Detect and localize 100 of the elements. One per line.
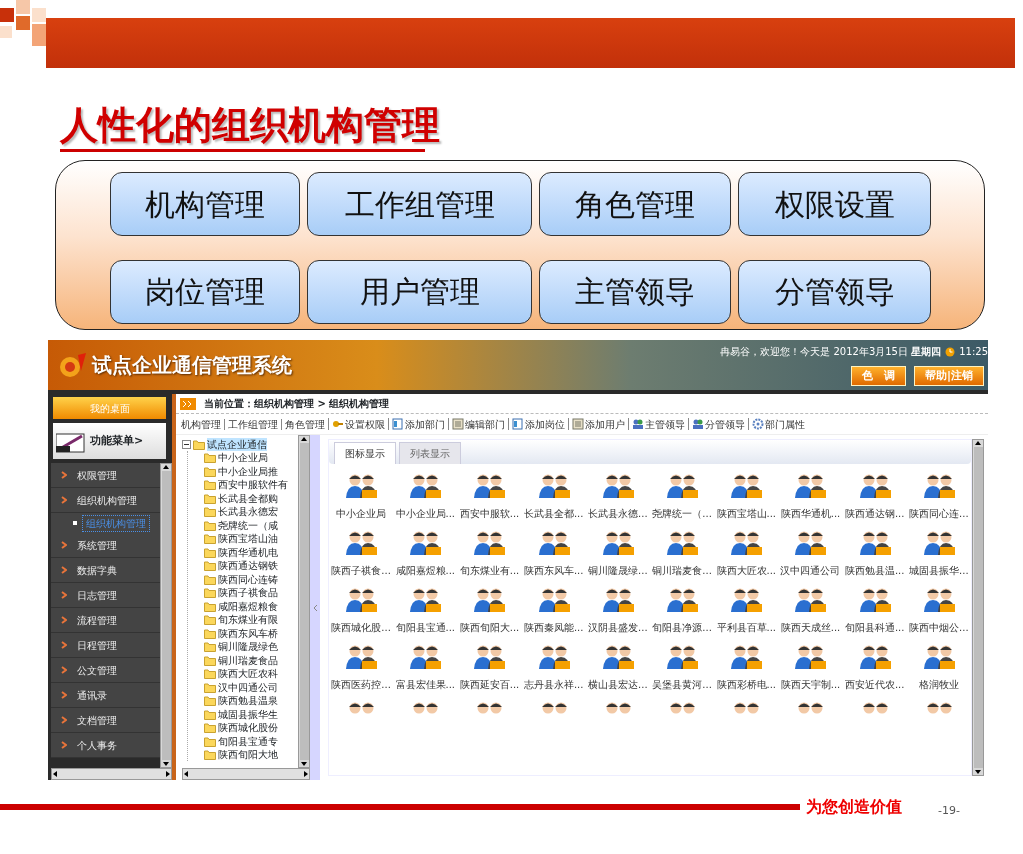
- tree-node[interactable]: 陕西华通机电: [204, 545, 298, 559]
- tree-node[interactable]: 陕西同心连铸: [204, 572, 298, 586]
- tree-node[interactable]: 旬东煤业有限: [204, 612, 298, 627]
- tree-node[interactable]: 中小企业局: [204, 450, 298, 465]
- toolbar-link[interactable]: 分管领导: [688, 418, 748, 431]
- department-item[interactable]: 陕西天成丝...: [778, 586, 843, 636]
- department-item[interactable]: 旬东煤业有...: [457, 529, 522, 579]
- toolbar-link[interactable]: 机构管理: [178, 418, 224, 430]
- department-item[interactable]: 陕西延安百...: [457, 643, 522, 693]
- feature-button[interactable]: 岗位管理: [110, 259, 300, 324]
- toolbar-link[interactable]: 添加岗位: [508, 418, 568, 431]
- tree-node[interactable]: 城固县振华生: [204, 707, 298, 721]
- department-item[interactable]: 陕西同心连...: [906, 472, 971, 522]
- menu-item[interactable]: 权限管理: [51, 463, 160, 489]
- toolbar-link[interactable]: 设置权限: [328, 418, 388, 431]
- department-item[interactable]: 陕西天宇制...: [778, 643, 843, 693]
- department-item[interactable]: 陕西中烟公...: [906, 586, 971, 636]
- toolbar-link[interactable]: 部门属性: [748, 418, 808, 431]
- tree-node[interactable]: 咸阳嘉煜粮食: [204, 599, 298, 613]
- menu-item[interactable]: 系统管理: [51, 533, 160, 559]
- department-item[interactable]: 陕西华通机...: [778, 472, 843, 522]
- menu-item[interactable]: 日程管理: [51, 633, 160, 659]
- department-item[interactable]: 旬阳县净源...: [650, 586, 715, 636]
- department-item[interactable]: 中小企业局...: [393, 472, 458, 522]
- scroll-right-icon[interactable]: [165, 770, 171, 779]
- tree-node[interactable]: 西安中服软件有: [204, 477, 298, 492]
- department-item[interactable]: 长武县永德...: [585, 472, 650, 522]
- department-item[interactable]: 咸阳嘉煜粮...: [393, 529, 458, 579]
- menu-item[interactable]: 数据字典: [51, 558, 160, 584]
- scroll-left-icon[interactable]: [52, 770, 58, 779]
- tree-node[interactable]: 陕西宝塔山油: [204, 531, 298, 546]
- feature-button[interactable]: 用户管理: [307, 259, 532, 324]
- splitter-handle[interactable]: [310, 435, 320, 781]
- department-item[interactable]: 城固县振华...: [906, 529, 971, 579]
- feature-button[interactable]: 权限设置: [738, 172, 931, 237]
- tree-node[interactable]: 陕西城化股份: [204, 720, 298, 735]
- feature-button[interactable]: 主管领导: [539, 259, 731, 324]
- collapse-icon[interactable]: [182, 439, 191, 449]
- tree-node[interactable]: 铜川隆晟绿色: [204, 639, 298, 654]
- department-item[interactable]: 汉阴县盛发...: [585, 586, 650, 636]
- view-tab[interactable]: 图标显示: [334, 442, 396, 465]
- tree-node[interactable]: 长武县全都购: [204, 491, 298, 505]
- feature-button[interactable]: 工作组管理: [307, 172, 532, 237]
- department-item[interactable]: 富县宏佳果...: [393, 643, 458, 693]
- department-item[interactable]: 中小企业局: [329, 472, 394, 522]
- menu-item[interactable]: 流程管理: [51, 608, 160, 634]
- menu-item[interactable]: 个人事务: [51, 733, 160, 759]
- tree-node[interactable]: 陕西旬阳大地: [204, 747, 298, 762]
- tree-node[interactable]: 尧牌统一（咸: [204, 518, 298, 532]
- tree-node[interactable]: 陕西大匠农科: [204, 666, 298, 681]
- department-item[interactable]: 长武县全都...: [521, 472, 586, 522]
- department-item[interactable]: 陕西子祺食...: [329, 529, 394, 579]
- department-item[interactable]: 旬阳县科通...: [842, 586, 907, 636]
- department-item[interactable]: 横山县宏达...: [585, 643, 650, 693]
- toolbar-link[interactable]: 主管领导: [628, 418, 688, 431]
- menu-item[interactable]: 通讯录: [51, 683, 160, 709]
- department-item[interactable]: 陕西医药控...: [329, 643, 394, 693]
- tree-node[interactable]: 长武县永德宏: [204, 504, 298, 519]
- department-item[interactable]: 西安中服软...: [457, 472, 522, 522]
- tree-node[interactable]: 陕西东风车桥: [204, 626, 298, 640]
- menu-item[interactable]: 组织机构管理: [51, 488, 160, 514]
- tree-node[interactable]: 铜川瑞麦食品: [204, 653, 298, 667]
- department-item[interactable]: 志丹县永祥...: [521, 643, 586, 693]
- department-item[interactable]: 铜川隆晟绿...: [585, 529, 650, 579]
- tree-node[interactable]: 陕西子祺食品: [204, 585, 298, 600]
- feature-button[interactable]: 分管领导: [738, 259, 931, 324]
- department-item[interactable]: 旬阳县宝通...: [393, 586, 458, 636]
- department-item[interactable]: 陕西通达钢...: [842, 472, 907, 522]
- tree-node[interactable]: 汉中四通公司: [204, 680, 298, 694]
- view-tab[interactable]: 列表显示: [399, 442, 461, 465]
- feature-button[interactable]: 机构管理: [110, 172, 300, 237]
- scrollbar[interactable]: [182, 768, 310, 781]
- toolbar-link[interactable]: 编辑部门: [448, 418, 508, 431]
- menu-item[interactable]: 日志管理: [51, 583, 160, 609]
- toolbar-link[interactable]: 添加部门: [388, 418, 448, 431]
- department-item[interactable]: 吴堡县黄河...: [650, 643, 715, 693]
- tree-node[interactable]: 试点企业通信: [207, 437, 267, 451]
- department-item[interactable]: 陕西城化股...: [329, 586, 394, 636]
- department-item[interactable]: 陕西大匠农...: [714, 529, 779, 579]
- tree-node[interactable]: 陕西通达钢铁: [204, 558, 298, 573]
- toolbar-link[interactable]: 角色管理: [281, 418, 328, 430]
- department-item[interactable]: 尧牌统一（...: [650, 472, 715, 522]
- menu-header[interactable]: 功能菜单>: [53, 423, 166, 460]
- department-item[interactable]: 陕西旬阳大...: [457, 586, 522, 636]
- scrollbar[interactable]: [298, 435, 310, 769]
- tree-node[interactable]: 旬阳县宝通专: [204, 734, 298, 748]
- scrollbar[interactable]: [160, 463, 172, 769]
- department-item[interactable]: 汉中四通公司: [778, 529, 843, 579]
- department-item[interactable]: 平利县百草...: [714, 586, 779, 636]
- tree-node[interactable]: 陕西勉县温泉: [204, 693, 298, 708]
- tree-node[interactable]: 中小企业局推: [204, 464, 298, 478]
- scrollbar[interactable]: [51, 768, 172, 781]
- department-item[interactable]: 陕西勉县温...: [842, 529, 907, 579]
- toolbar-link[interactable]: 添加用户: [568, 418, 628, 431]
- scroll-left-icon[interactable]: [183, 770, 189, 779]
- department-item[interactable]: 铜川瑞麦食...: [650, 529, 715, 579]
- toolbar-link[interactable]: 工作组管理: [224, 418, 281, 430]
- menu-item[interactable]: 文档管理: [51, 708, 160, 734]
- scrollbar[interactable]: [972, 439, 984, 777]
- department-item[interactable]: 陕西秦凤能...: [521, 586, 586, 636]
